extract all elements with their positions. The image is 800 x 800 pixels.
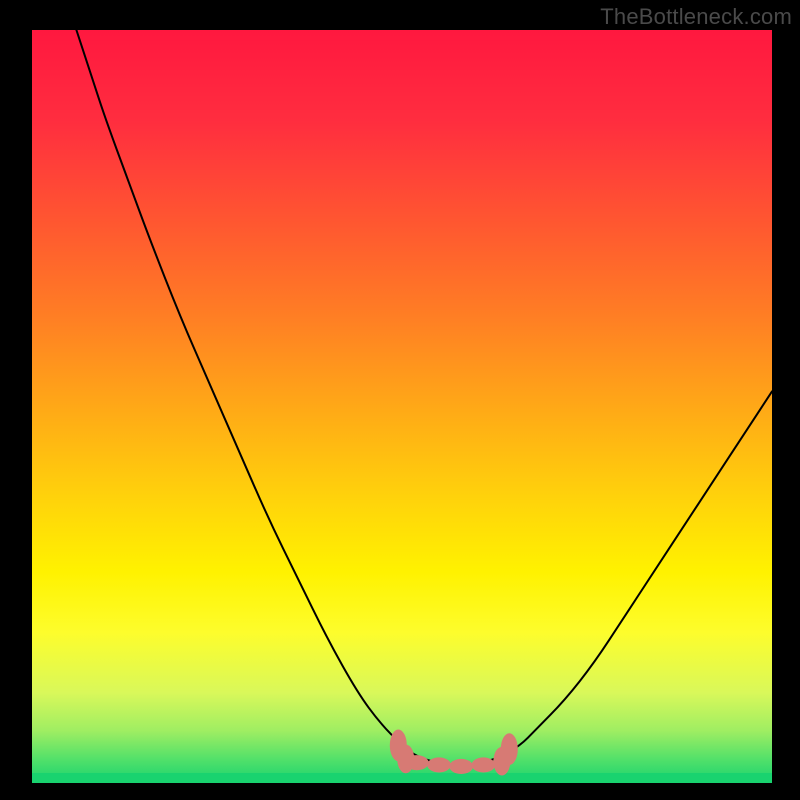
baseline-strip bbox=[32, 773, 772, 783]
bottleneck-chart bbox=[32, 30, 772, 783]
valley-markers-7 bbox=[501, 733, 518, 765]
chart-container: TheBottleneck.com bbox=[0, 0, 800, 800]
valley-markers-4 bbox=[449, 759, 473, 774]
valley-markers-2 bbox=[405, 755, 429, 770]
watermark-text: TheBottleneck.com bbox=[600, 4, 792, 30]
gradient-background bbox=[32, 30, 772, 783]
valley-markers-5 bbox=[472, 757, 496, 772]
valley-markers-3 bbox=[427, 757, 451, 772]
plot-area bbox=[32, 30, 772, 783]
